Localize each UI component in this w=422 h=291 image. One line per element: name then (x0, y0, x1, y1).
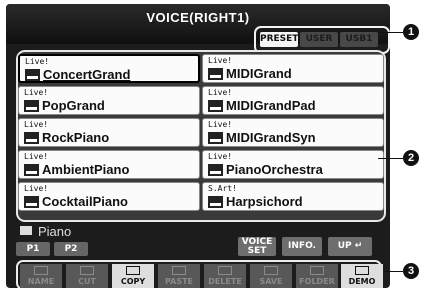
voice-name: ConcertGrand (43, 67, 131, 82)
voice-name: CocktailPiano (42, 194, 128, 209)
folder-icon (310, 266, 324, 275)
callout-2: 2 (403, 150, 419, 166)
copy-button[interactable]: COPY (112, 264, 154, 288)
cut-label: CUT (78, 277, 96, 286)
harpsichord-icon (208, 196, 223, 208)
paste-icon (172, 266, 186, 275)
piano-icon (208, 68, 223, 80)
voice-button[interactable]: Live! PopGrand (18, 86, 200, 115)
delete-label: DELETE (208, 277, 242, 286)
info-button[interactable]: INFO. (282, 237, 322, 256)
up-button[interactable]: UP ↵ (328, 237, 372, 256)
name-button[interactable]: NAME (20, 264, 62, 288)
voice-button[interactable]: Live! ConcertGrand (18, 54, 200, 83)
new-folder-button[interactable]: FOLDER (296, 264, 338, 288)
voice-name: PopGrand (42, 98, 105, 113)
save-icon (264, 266, 278, 275)
save-label: SAVE (259, 277, 283, 286)
screen-title: VOICE(RIGHT1) (146, 10, 250, 25)
voice-category: Live! (208, 152, 233, 161)
tab-user[interactable]: USER (300, 32, 338, 47)
save-button[interactable]: SAVE (250, 264, 292, 288)
name-label: NAME (27, 277, 55, 286)
voice-set-button[interactable]: VOICE SET (238, 237, 276, 256)
folder-path: Piano (20, 225, 71, 239)
cut-button[interactable]: CUT (66, 264, 108, 288)
voice-button[interactable]: Live! AmbientPiano (18, 150, 200, 179)
keyboard-icon (24, 132, 39, 144)
trash-icon (218, 266, 232, 275)
voice-name: Harpsichord (226, 194, 303, 209)
piano-icon (24, 100, 39, 112)
voice-name: AmbientPiano (42, 162, 130, 177)
voice-button[interactable]: Live! RockPiano (18, 118, 200, 147)
tab-preset[interactable]: PRESET (260, 32, 298, 47)
display-screen: VOICE(RIGHT1) PRESET USER USB1 Live! Con… (6, 4, 390, 288)
voice-name: PianoOrchestra (226, 162, 323, 177)
copy-icon (126, 266, 140, 275)
voice-button[interactable]: Live! MIDIGrandPad (202, 86, 384, 115)
paste-label: PASTE (164, 277, 193, 286)
piano-icon (24, 164, 39, 176)
voice-category: Live! (24, 184, 49, 193)
callout-3: 3 (403, 263, 419, 279)
voice-category: Live! (208, 56, 233, 65)
piano-icon (24, 196, 39, 208)
voice-button[interactable]: Live! CocktailPiano (18, 182, 200, 211)
piano-icon (25, 69, 40, 81)
voice-category: Live! (24, 120, 49, 129)
voice-set-label-2: SET (247, 246, 267, 256)
name-icon (34, 266, 48, 275)
voice-category: Live! (24, 152, 49, 161)
demo-button[interactable]: DEMO (341, 264, 383, 288)
callout-line-1 (380, 32, 403, 33)
delete-button[interactable]: DELETE (204, 264, 246, 288)
voice-button[interactable]: Live! MIDIGrand (202, 54, 384, 83)
orchestra-icon (208, 164, 223, 176)
voice-name: MIDIGrand (226, 66, 292, 81)
return-arrow-icon: ↵ (354, 241, 363, 251)
demo-label: DEMO (348, 277, 376, 286)
voice-category: Live! (208, 88, 233, 97)
demo-icon (355, 266, 369, 275)
folder-label: FOLDER (299, 277, 335, 286)
page-button-2[interactable]: P2 (54, 242, 88, 256)
voice-category: Live! (24, 88, 49, 97)
voice-category: S.Art! (208, 184, 237, 193)
paste-button[interactable]: PASTE (158, 264, 200, 288)
piano-icon (208, 100, 223, 112)
copy-label: COPY (120, 277, 146, 286)
callout-line-3 (384, 271, 403, 272)
voice-button[interactable]: S.Art! Harpsichord (202, 182, 384, 211)
voice-category: Live! (208, 120, 233, 129)
voice-name: MIDIGrandPad (226, 98, 316, 113)
piano-icon (208, 132, 223, 144)
voice-name: RockPiano (42, 130, 110, 145)
scissors-icon (80, 266, 94, 275)
folder-icon (20, 226, 32, 235)
voice-category: Live! (25, 57, 50, 66)
tab-usb1[interactable]: USB1 (340, 32, 378, 47)
page-button-1[interactable]: P1 (16, 242, 50, 256)
up-label: UP (337, 241, 352, 251)
callout-line-2 (378, 158, 403, 159)
voice-button[interactable]: Live! PianoOrchestra (202, 150, 384, 179)
callout-1: 1 (403, 24, 419, 40)
voice-button[interactable]: Live! MIDIGrandSyn (202, 118, 384, 147)
voice-name: MIDIGrandSyn (226, 130, 316, 145)
folder-name: Piano (38, 224, 72, 239)
